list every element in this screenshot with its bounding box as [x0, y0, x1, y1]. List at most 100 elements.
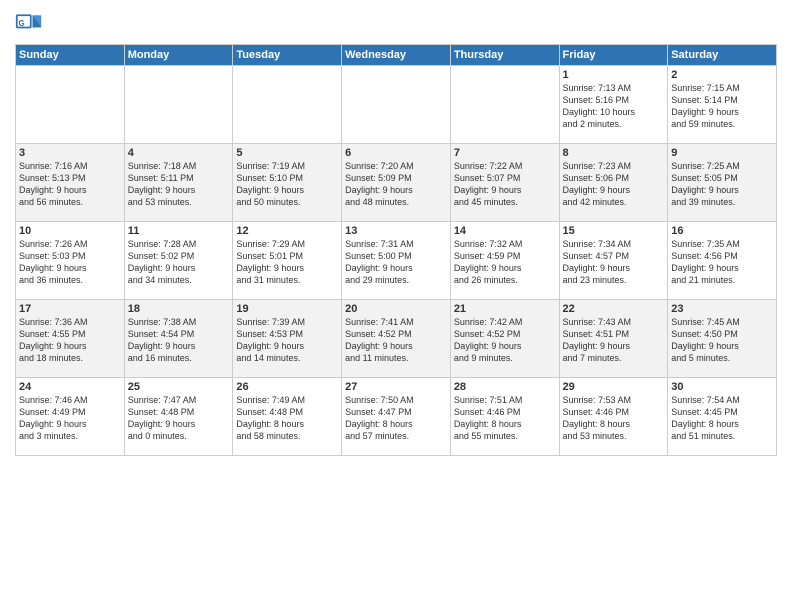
day-number: 13 [345, 225, 447, 237]
day-cell: 26Sunrise: 7:49 AM Sunset: 4:48 PM Dayli… [233, 378, 342, 456]
day-info: Sunrise: 7:32 AM Sunset: 4:59 PM Dayligh… [454, 238, 556, 287]
day-cell: 15Sunrise: 7:34 AM Sunset: 4:57 PM Dayli… [559, 222, 668, 300]
week-row-1: 3Sunrise: 7:16 AM Sunset: 5:13 PM Daylig… [16, 144, 777, 222]
day-info: Sunrise: 7:13 AM Sunset: 5:16 PM Dayligh… [563, 82, 665, 131]
day-cell: 12Sunrise: 7:29 AM Sunset: 5:01 PM Dayli… [233, 222, 342, 300]
day-cell: 25Sunrise: 7:47 AM Sunset: 4:48 PM Dayli… [124, 378, 233, 456]
week-row-0: 1Sunrise: 7:13 AM Sunset: 5:16 PM Daylig… [16, 66, 777, 144]
day-cell: 16Sunrise: 7:35 AM Sunset: 4:56 PM Dayli… [668, 222, 777, 300]
day-cell: 13Sunrise: 7:31 AM Sunset: 5:00 PM Dayli… [342, 222, 451, 300]
day-info: Sunrise: 7:28 AM Sunset: 5:02 PM Dayligh… [128, 238, 230, 287]
weekday-header-wednesday: Wednesday [342, 45, 451, 66]
day-number: 3 [19, 147, 121, 159]
day-cell: 1Sunrise: 7:13 AM Sunset: 5:16 PM Daylig… [559, 66, 668, 144]
day-cell: 7Sunrise: 7:22 AM Sunset: 5:07 PM Daylig… [450, 144, 559, 222]
weekday-header-sunday: Sunday [16, 45, 125, 66]
day-number: 1 [563, 69, 665, 81]
day-number: 9 [671, 147, 773, 159]
day-cell: 30Sunrise: 7:54 AM Sunset: 4:45 PM Dayli… [668, 378, 777, 456]
day-cell: 23Sunrise: 7:45 AM Sunset: 4:50 PM Dayli… [668, 300, 777, 378]
day-info: Sunrise: 7:26 AM Sunset: 5:03 PM Dayligh… [19, 238, 121, 287]
day-info: Sunrise: 7:41 AM Sunset: 4:52 PM Dayligh… [345, 316, 447, 365]
day-number: 10 [19, 225, 121, 237]
day-cell [124, 66, 233, 144]
day-number: 28 [454, 381, 556, 393]
day-number: 8 [563, 147, 665, 159]
day-number: 14 [454, 225, 556, 237]
day-number: 25 [128, 381, 230, 393]
day-number: 18 [128, 303, 230, 315]
day-cell: 20Sunrise: 7:41 AM Sunset: 4:52 PM Dayli… [342, 300, 451, 378]
day-info: Sunrise: 7:19 AM Sunset: 5:10 PM Dayligh… [236, 160, 338, 209]
day-info: Sunrise: 7:20 AM Sunset: 5:09 PM Dayligh… [345, 160, 447, 209]
day-number: 20 [345, 303, 447, 315]
day-number: 11 [128, 225, 230, 237]
day-cell: 5Sunrise: 7:19 AM Sunset: 5:10 PM Daylig… [233, 144, 342, 222]
day-number: 12 [236, 225, 338, 237]
day-info: Sunrise: 7:53 AM Sunset: 4:46 PM Dayligh… [563, 394, 665, 443]
svg-text:G: G [19, 19, 25, 28]
day-number: 21 [454, 303, 556, 315]
day-cell: 24Sunrise: 7:46 AM Sunset: 4:49 PM Dayli… [16, 378, 125, 456]
day-info: Sunrise: 7:50 AM Sunset: 4:47 PM Dayligh… [345, 394, 447, 443]
weekday-header-friday: Friday [559, 45, 668, 66]
calendar-table: SundayMondayTuesdayWednesdayThursdayFrid… [15, 44, 777, 456]
day-info: Sunrise: 7:25 AM Sunset: 5:05 PM Dayligh… [671, 160, 773, 209]
day-info: Sunrise: 7:51 AM Sunset: 4:46 PM Dayligh… [454, 394, 556, 443]
day-number: 30 [671, 381, 773, 393]
day-cell: 6Sunrise: 7:20 AM Sunset: 5:09 PM Daylig… [342, 144, 451, 222]
day-number: 19 [236, 303, 338, 315]
page: G SundayMondayTuesdayWednesdayThursdayFr… [0, 0, 792, 612]
day-info: Sunrise: 7:23 AM Sunset: 5:06 PM Dayligh… [563, 160, 665, 209]
day-info: Sunrise: 7:43 AM Sunset: 4:51 PM Dayligh… [563, 316, 665, 365]
header-row: SundayMondayTuesdayWednesdayThursdayFrid… [16, 45, 777, 66]
day-info: Sunrise: 7:29 AM Sunset: 5:01 PM Dayligh… [236, 238, 338, 287]
day-info: Sunrise: 7:35 AM Sunset: 4:56 PM Dayligh… [671, 238, 773, 287]
day-number: 22 [563, 303, 665, 315]
day-info: Sunrise: 7:42 AM Sunset: 4:52 PM Dayligh… [454, 316, 556, 365]
day-number: 15 [563, 225, 665, 237]
day-info: Sunrise: 7:54 AM Sunset: 4:45 PM Dayligh… [671, 394, 773, 443]
day-cell: 21Sunrise: 7:42 AM Sunset: 4:52 PM Dayli… [450, 300, 559, 378]
weekday-header-monday: Monday [124, 45, 233, 66]
day-cell: 2Sunrise: 7:15 AM Sunset: 5:14 PM Daylig… [668, 66, 777, 144]
day-info: Sunrise: 7:36 AM Sunset: 4:55 PM Dayligh… [19, 316, 121, 365]
day-number: 23 [671, 303, 773, 315]
day-number: 27 [345, 381, 447, 393]
day-number: 24 [19, 381, 121, 393]
day-cell: 19Sunrise: 7:39 AM Sunset: 4:53 PM Dayli… [233, 300, 342, 378]
day-info: Sunrise: 7:15 AM Sunset: 5:14 PM Dayligh… [671, 82, 773, 131]
logo-icon: G [15, 10, 43, 38]
day-info: Sunrise: 7:38 AM Sunset: 4:54 PM Dayligh… [128, 316, 230, 365]
weekday-header-tuesday: Tuesday [233, 45, 342, 66]
day-number: 7 [454, 147, 556, 159]
day-cell: 10Sunrise: 7:26 AM Sunset: 5:03 PM Dayli… [16, 222, 125, 300]
day-cell: 22Sunrise: 7:43 AM Sunset: 4:51 PM Dayli… [559, 300, 668, 378]
day-cell: 3Sunrise: 7:16 AM Sunset: 5:13 PM Daylig… [16, 144, 125, 222]
header: G [15, 10, 777, 38]
day-cell: 18Sunrise: 7:38 AM Sunset: 4:54 PM Dayli… [124, 300, 233, 378]
day-number: 16 [671, 225, 773, 237]
day-info: Sunrise: 7:34 AM Sunset: 4:57 PM Dayligh… [563, 238, 665, 287]
day-number: 2 [671, 69, 773, 81]
day-cell: 28Sunrise: 7:51 AM Sunset: 4:46 PM Dayli… [450, 378, 559, 456]
day-info: Sunrise: 7:31 AM Sunset: 5:00 PM Dayligh… [345, 238, 447, 287]
week-row-4: 24Sunrise: 7:46 AM Sunset: 4:49 PM Dayli… [16, 378, 777, 456]
day-cell: 14Sunrise: 7:32 AM Sunset: 4:59 PM Dayli… [450, 222, 559, 300]
day-info: Sunrise: 7:18 AM Sunset: 5:11 PM Dayligh… [128, 160, 230, 209]
day-info: Sunrise: 7:39 AM Sunset: 4:53 PM Dayligh… [236, 316, 338, 365]
day-info: Sunrise: 7:49 AM Sunset: 4:48 PM Dayligh… [236, 394, 338, 443]
day-info: Sunrise: 7:46 AM Sunset: 4:49 PM Dayligh… [19, 394, 121, 443]
day-cell: 4Sunrise: 7:18 AM Sunset: 5:11 PM Daylig… [124, 144, 233, 222]
day-number: 26 [236, 381, 338, 393]
day-cell: 17Sunrise: 7:36 AM Sunset: 4:55 PM Dayli… [16, 300, 125, 378]
day-info: Sunrise: 7:47 AM Sunset: 4:48 PM Dayligh… [128, 394, 230, 443]
day-info: Sunrise: 7:16 AM Sunset: 5:13 PM Dayligh… [19, 160, 121, 209]
day-cell [16, 66, 125, 144]
day-number: 17 [19, 303, 121, 315]
week-row-3: 17Sunrise: 7:36 AM Sunset: 4:55 PM Dayli… [16, 300, 777, 378]
day-cell: 29Sunrise: 7:53 AM Sunset: 4:46 PM Dayli… [559, 378, 668, 456]
day-cell: 8Sunrise: 7:23 AM Sunset: 5:06 PM Daylig… [559, 144, 668, 222]
logo: G [15, 10, 47, 38]
day-number: 4 [128, 147, 230, 159]
